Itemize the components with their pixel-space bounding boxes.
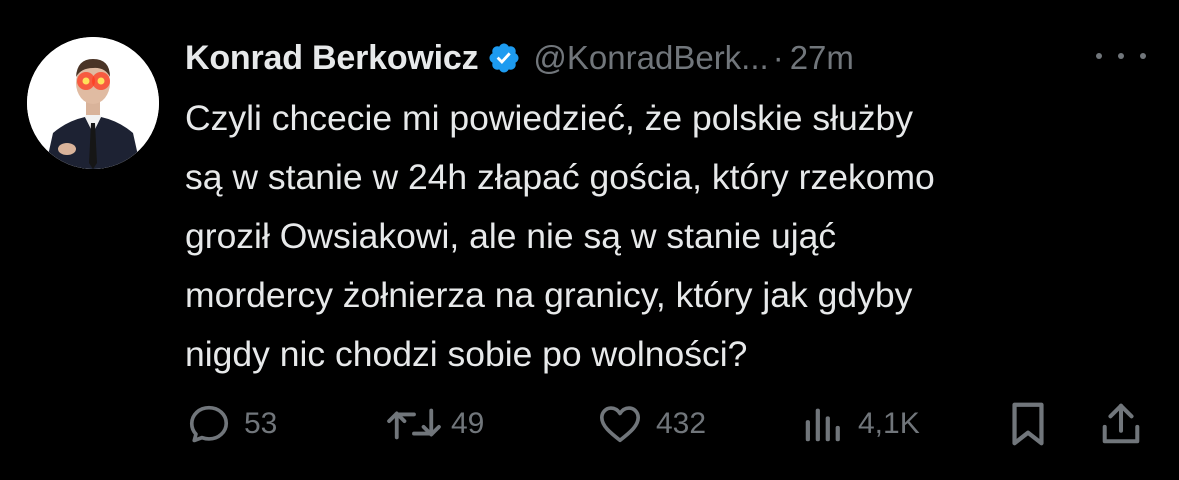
bookmark-button[interactable]: [1006, 398, 1050, 450]
tweet-text-line: Czyli chcecie mi powiedzieć, że polskie …: [185, 98, 914, 138]
like-button[interactable]: 432: [596, 398, 706, 450]
tweet[interactable]: Konrad Berkowicz @KonradBerk... · 27m Cz…: [0, 0, 1179, 480]
reply-button[interactable]: 53: [186, 398, 277, 450]
dot: [1096, 53, 1102, 59]
tweet-text-line: nigdy nic chodzi sobie po wolności?: [185, 334, 748, 374]
tweet-header: Konrad Berkowicz @KonradBerk... · 27m: [185, 34, 854, 82]
verified-badge-icon[interactable]: [487, 41, 521, 75]
retweet-button[interactable]: 49: [385, 398, 484, 450]
action-bar: 53 49 432 4,1K: [0, 398, 1179, 450]
separator-dot: ·: [772, 39, 784, 76]
dot: [1140, 53, 1146, 59]
tweet-text: Czyli chcecie mi powiedzieć, że polskie …: [185, 89, 1145, 384]
bookmark-icon: [1012, 402, 1044, 446]
share-button[interactable]: [1098, 398, 1144, 450]
retweet-icon: [387, 408, 441, 440]
avatar[interactable]: [27, 37, 159, 169]
reply-count: 53: [244, 407, 278, 440]
views-icon: [805, 408, 840, 442]
heart-icon: [599, 406, 641, 443]
tweet-timestamp[interactable]: 27m: [790, 39, 854, 77]
reply-icon: [189, 405, 229, 443]
author-handle[interactable]: @KonradBerk...: [533, 39, 768, 77]
views-button[interactable]: 4,1K: [800, 398, 920, 450]
views-count: 4,1K: [858, 407, 920, 440]
like-count: 432: [656, 407, 707, 440]
tweet-text-line: groził Owsiakowi, ale nie są w stanie uj…: [185, 216, 837, 256]
tweet-text-line: mordercy żołnierza na granicy, który jak…: [185, 275, 913, 315]
tweet-text-line: są w stanie w 24h złapać gościa, który r…: [185, 157, 935, 197]
dot: [1118, 53, 1124, 59]
share-icon: [1102, 403, 1140, 444]
retweet-count: 49: [451, 407, 485, 440]
more-options-icon[interactable]: [1096, 44, 1146, 68]
author-display-name[interactable]: Konrad Berkowicz: [185, 39, 479, 78]
